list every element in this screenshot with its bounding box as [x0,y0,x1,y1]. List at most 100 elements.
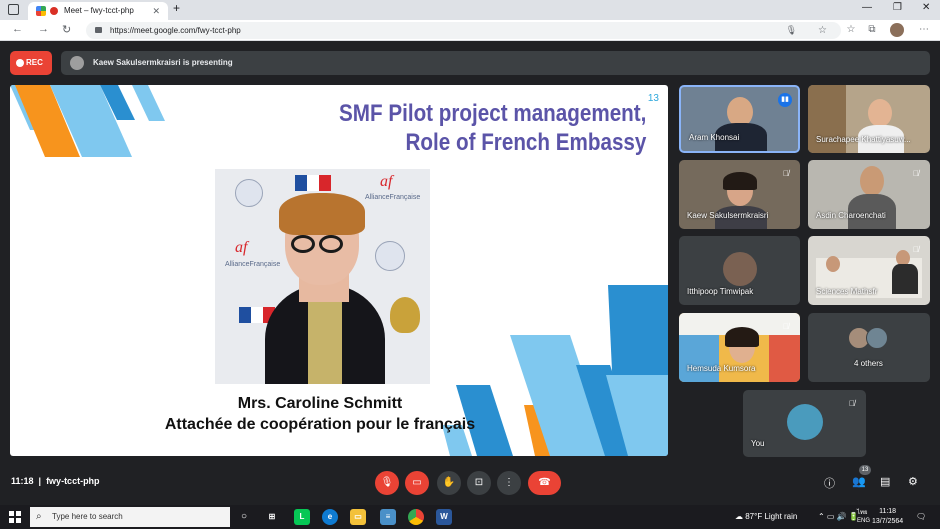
taskbar-search[interactable]: ⌕ Type here to search [30,507,230,527]
chrome-icon[interactable] [408,509,424,525]
mic-off-icon: 🎙̸ [783,169,789,178]
browser-toolbar: ← → ↻ https://meet.google.com/fwy-tcct-p… [0,20,940,41]
presenting-text: Kaew Sakulsermkraisri is presenting [93,58,233,67]
browser-tab-meet[interactable]: Meet – fwy-tcct-php ✕ [28,2,168,20]
present-screen-button[interactable]: ⊡ [467,471,491,495]
speaker-scarf [308,297,342,384]
participant-name: Hemsuda Kumsora [687,364,756,373]
self-view-tile[interactable]: 🎙̸ You [743,390,866,457]
task-view-icon[interactable]: ⊞ [264,509,280,525]
search-placeholder: Type here to search [52,512,123,521]
participant-tile[interactable]: 🎙̸ Sciences Mathsfr [808,236,930,305]
url-text: https://meet.google.com/fwy-tcct-php [110,26,241,35]
lock-icon [95,27,102,33]
participant-tile[interactable]: 🎙̸ Hemsuda Kumsora [679,313,800,382]
activities-icon[interactable]: ⚙ [908,475,918,488]
forward-arrow-icon[interactable]: → [38,23,49,35]
new-tab-button[interactable]: + [173,1,180,15]
meeting-code: fwy-tcct-php [46,476,100,486]
raise-hand-button[interactable]: ✋ [437,471,461,495]
participant-body [892,264,918,294]
close-window-button[interactable]: ✕ [922,2,930,13]
speaker-name: Mrs. Caroline Schmitt [237,395,403,412]
participant-name: Surachapee Khattiyasuw... [816,135,911,144]
leave-call-button[interactable]: ☎ [528,471,561,495]
mic-off-icon: 🎙̸ [913,169,919,178]
participant-tile[interactable]: 🎙̸ Asdin Charoenchati [808,160,930,229]
mic-off-icon: 🎙̸ [783,322,789,331]
word-icon[interactable]: W [436,509,452,525]
browser-tab-strip: Meet – fwy-tcct-php ✕ + — ❐ ✕ [0,0,940,20]
clock-time: 11:18 [879,508,897,515]
search-icon: ⌕ [36,511,42,522]
app-icon[interactable]: ≡ [380,509,396,525]
emblem-logo [235,179,263,207]
participant-count-badge: 13 [859,465,871,475]
slide-page-number: 13 [647,93,659,104]
participants-overflow-tile[interactable]: 4 others [808,313,930,382]
tab-actions-icon[interactable] [8,4,19,15]
meet-logo-icon [36,6,46,16]
windows-start-icon[interactable] [9,511,21,523]
recording-badge[interactable]: REC [10,51,52,75]
slide-title: SMF Pilot project management, Role of Fr… [339,99,646,157]
participant-tile[interactable]: Surachapee Khattiyasuw... [808,85,930,153]
camera-toggle-button[interactable]: ▭ [405,471,429,495]
tab-close-icon[interactable]: ✕ [152,2,160,20]
minimize-button[interactable]: — [862,2,872,13]
cortana-icon[interactable]: ○ [236,509,252,525]
microphone-icon[interactable]: 🎙 [786,22,797,39]
recording-indicator-icon [50,7,58,15]
af-logo: af [380,173,393,190]
presenter-avatar [70,56,84,70]
emblem-logo [375,241,405,271]
stripe-shape [132,85,165,121]
meeting-time: 11:18 [11,476,34,486]
participant-avatar [866,327,888,349]
others-count: 4 others [854,359,883,368]
speaker-role: Attachée de coopération pour le français [164,416,476,433]
participant-tile[interactable]: Itthipoop Timwipak [679,236,800,305]
participant-hair [723,172,757,190]
participant-tile[interactable]: 🎙̸ Kaew Sakulsermkraisri [679,160,800,229]
presentation-slide: SMF Pilot project management, Role of Fr… [10,85,668,456]
bookmark-star-icon[interactable]: ☆ [818,22,827,39]
maximize-button[interactable]: ❐ [893,2,902,13]
taskbar-clock[interactable]: 11:18 13/7/2564 [872,507,903,527]
notifications-icon[interactable]: 🗨 [916,512,926,521]
reload-icon[interactable]: ↻ [62,23,71,36]
background-decor [769,335,800,382]
mic-toggle-button[interactable]: 🎙 [375,471,399,495]
chat-icon[interactable]: ▤ [880,475,890,488]
background-decor [679,335,719,382]
cloud-icon: ☁ [735,512,743,521]
line-app-icon[interactable]: L [294,509,310,525]
file-explorer-icon[interactable]: ▭ [350,509,366,525]
more-menu-icon[interactable]: ⋯ [918,24,930,36]
more-options-button[interactable]: ⋮ [497,471,521,495]
participant-name: You [751,439,765,448]
edge-icon[interactable]: e [322,509,338,525]
slide-title-line: Role of French Embassy [405,129,646,156]
thai-emblem-logo [390,297,420,333]
meeting-control-bar: 11:18 | fwy-tcct-php 🎙 ▭ ✋ ⊡ ⋮ ☎ ⓘ 👥 ▤ ⚙ [0,463,940,503]
participant-face [860,166,884,196]
language-indicator[interactable]: ไทย ENG [857,509,870,525]
participant-avatar [723,252,757,286]
back-arrow-icon[interactable]: ← [12,23,23,35]
system-tray-icons[interactable]: ⌃ ▭ 🔊 🔋 [818,512,859,521]
weather-widget[interactable]: ☁ 87°F Light rain [735,512,797,521]
alliance-logo-text: AllianceFrançaise [225,261,281,268]
participant-name: Aram Khonsai [689,133,740,142]
collections-icon[interactable]: ⧉ [866,24,878,36]
address-bar[interactable]: https://meet.google.com/fwy-tcct-php 🎙 ☆ [86,22,841,39]
mic-off-icon: 🎙̸ [849,399,855,408]
profile-avatar[interactable] [890,23,904,37]
meeting-details-icon[interactable]: ⓘ [824,475,835,491]
meeting-time-code: 11:18 | fwy-tcct-php [11,476,100,486]
participant-face [826,256,840,272]
participant-tile[interactable]: ▮▮ Aram Khonsai [679,85,800,153]
favorites-icon[interactable]: ☆ [845,24,857,36]
participant-name: Itthipoop Timwipak [687,287,754,296]
people-icon[interactable]: 👥 [852,475,866,488]
